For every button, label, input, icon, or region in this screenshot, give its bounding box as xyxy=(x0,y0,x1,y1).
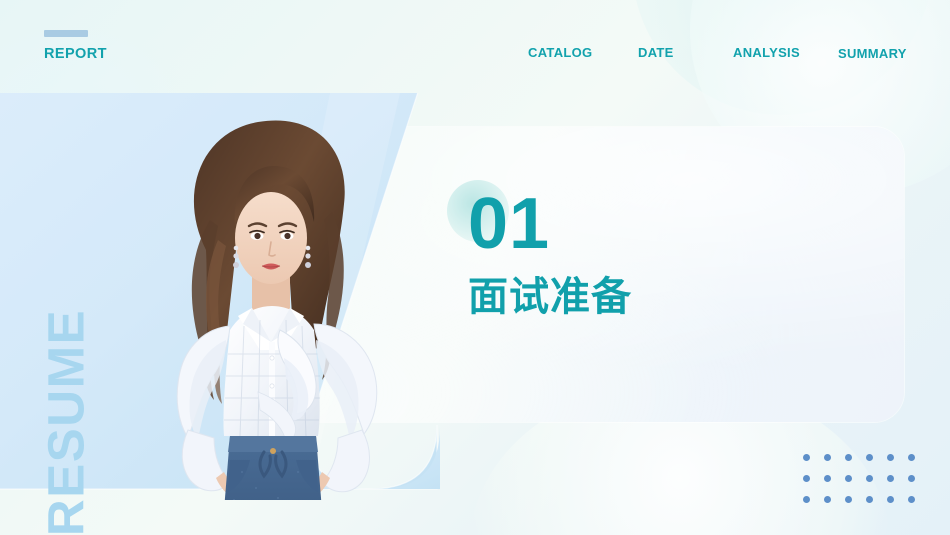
main-navigation: CATALOG DATE ANALYSIS SUMMARY xyxy=(528,45,906,62)
grid-dot xyxy=(866,454,873,461)
nav-item-analysis[interactable]: ANALYSIS xyxy=(733,45,838,60)
grid-dot xyxy=(803,496,810,503)
grid-dot xyxy=(845,496,852,503)
section-heading: 面试准备 xyxy=(468,275,632,319)
section-number: 01 xyxy=(468,184,551,264)
presentation-slide: REPORT CATALOG DATE ANALYSIS SUMMARY RES… xyxy=(0,0,950,535)
grid-dot xyxy=(824,496,831,503)
decorative-dot-grid xyxy=(803,454,929,517)
grid-dot xyxy=(845,475,852,482)
nav-item-date[interactable]: DATE xyxy=(638,45,733,60)
grid-dot xyxy=(908,496,915,503)
grid-dot xyxy=(887,475,894,482)
grid-dot xyxy=(887,454,894,461)
nav-item-catalog[interactable]: CATALOG xyxy=(528,45,638,60)
brand-label: REPORT xyxy=(44,46,107,62)
grid-dot xyxy=(887,496,894,503)
grid-dot xyxy=(908,454,915,461)
person-photo xyxy=(176,120,378,500)
grid-dot xyxy=(803,454,810,461)
grid-dot xyxy=(866,496,873,503)
grid-dot xyxy=(803,475,810,482)
brand-block: REPORT xyxy=(44,30,107,62)
grid-dot xyxy=(845,454,852,461)
top-bar: REPORT CATALOG DATE ANALYSIS SUMMARY xyxy=(0,0,950,93)
grid-dot xyxy=(824,454,831,461)
grid-dot xyxy=(908,475,915,482)
resume-vertical-label: RESUME xyxy=(37,308,95,535)
grid-dot xyxy=(866,475,873,482)
grid-dot xyxy=(824,475,831,482)
brand-accent-bar xyxy=(44,30,88,37)
nav-item-summary[interactable]: SUMMARY xyxy=(838,45,906,62)
